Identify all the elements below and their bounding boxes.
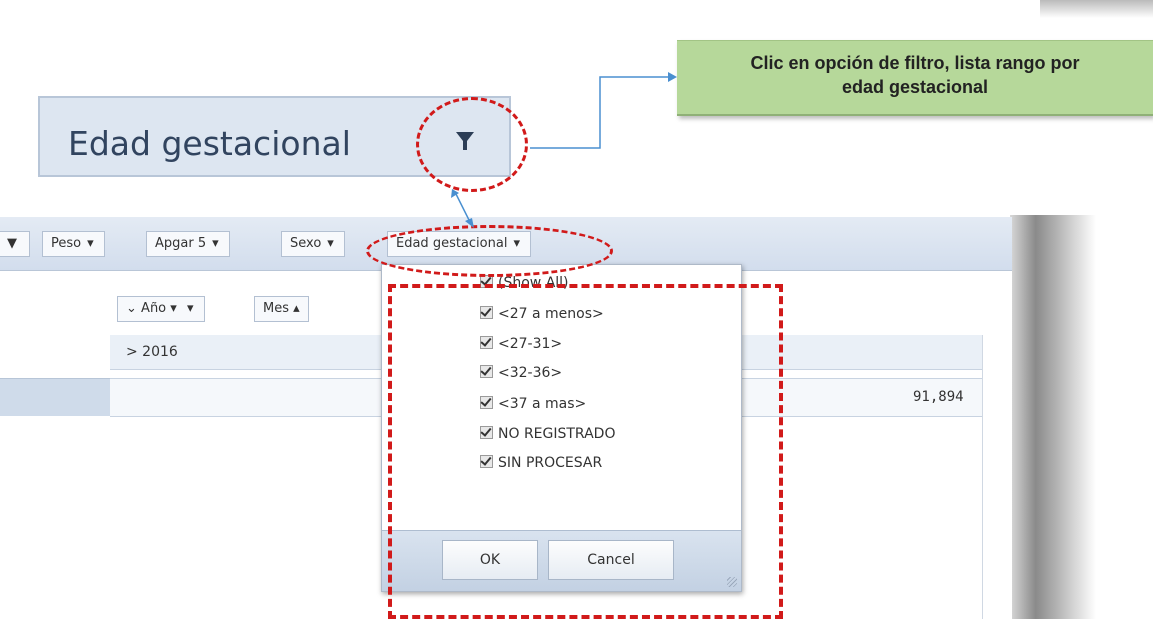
connector-arrows xyxy=(451,72,677,228)
